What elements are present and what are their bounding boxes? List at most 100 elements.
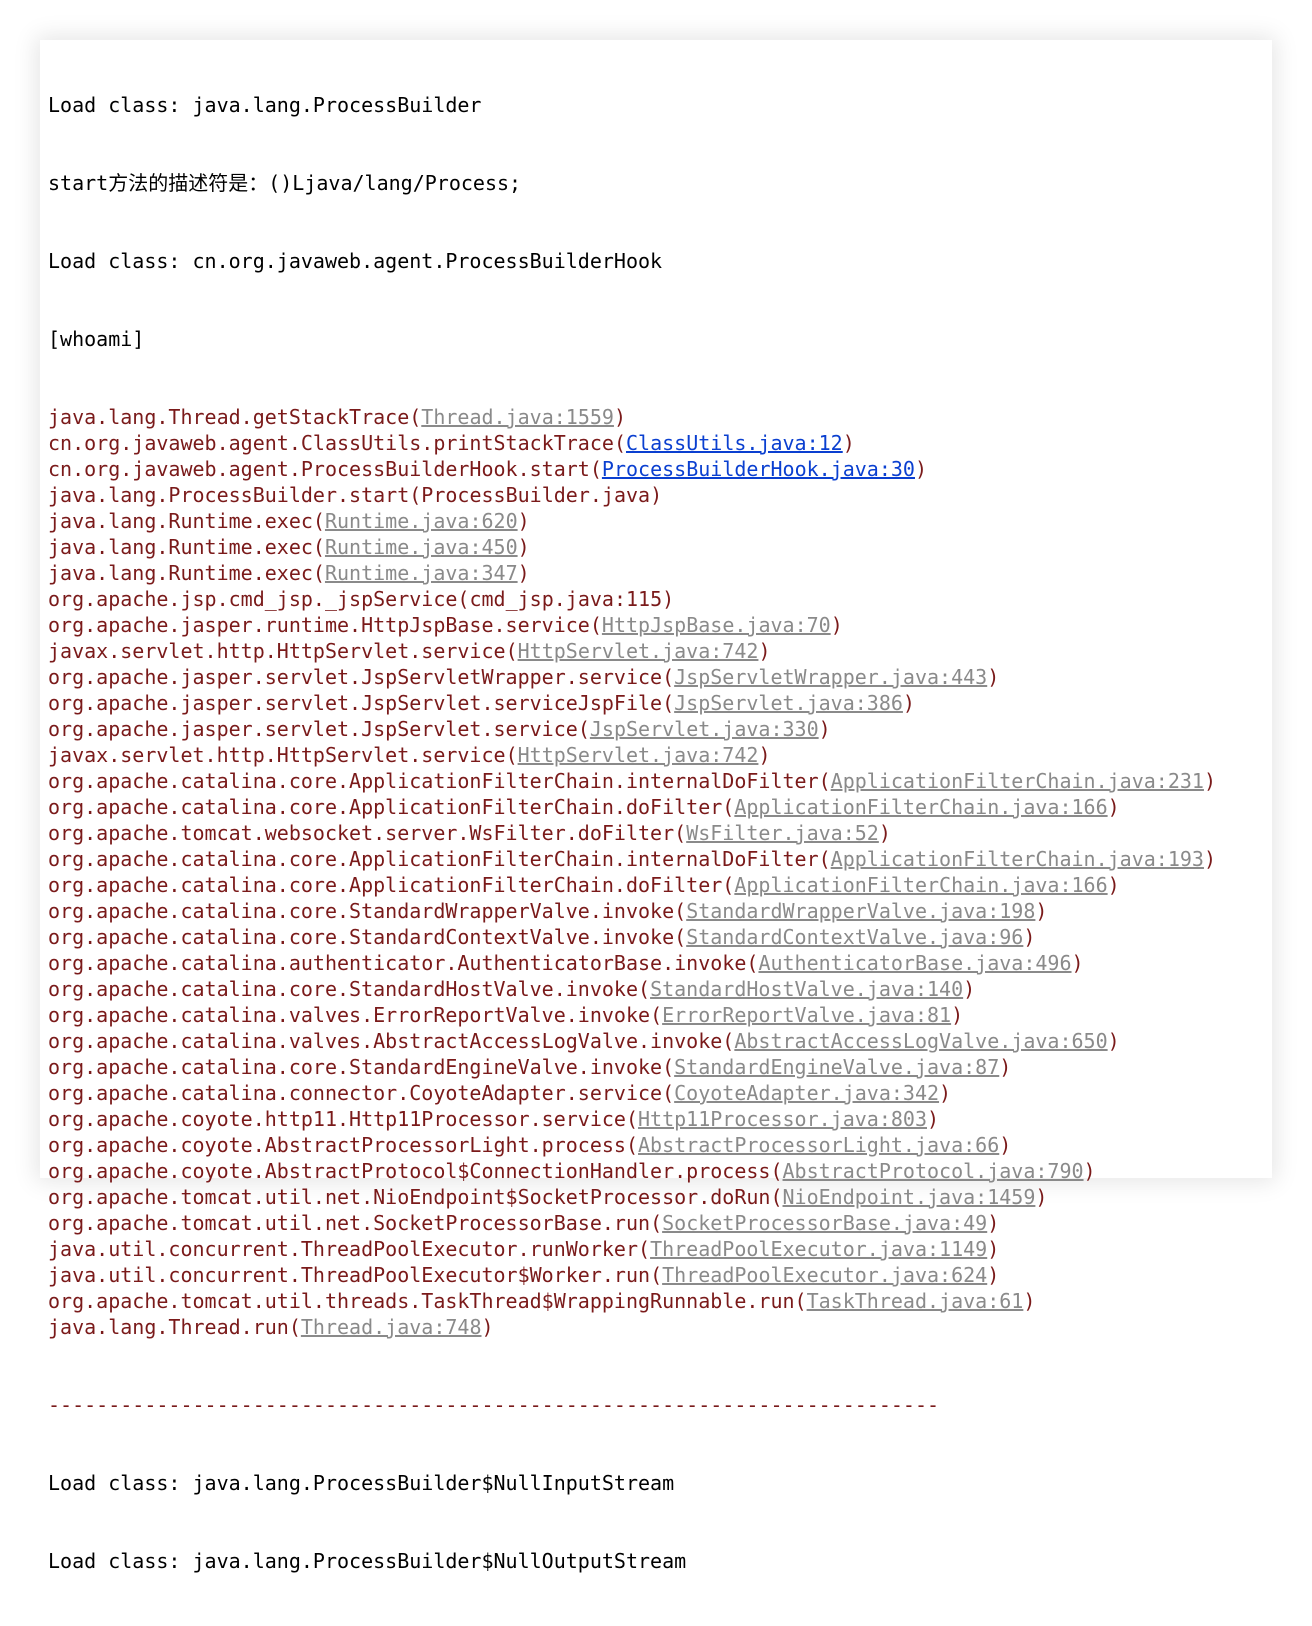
frame-source-link[interactable]: JspServlet.java:386: [674, 691, 903, 715]
frame-source-link[interactable]: ThreadPoolExecutor.java:1149: [650, 1237, 987, 1261]
frame-paren-open: (: [770, 1185, 783, 1209]
frame-paren-open: (: [662, 691, 675, 715]
frame-source-link[interactable]: StandardHostValve.java:140: [650, 977, 963, 1001]
frame-source-link[interactable]: AbstractProtocol.java:790: [783, 1159, 1084, 1183]
frame-method: org.apache.jasper.servlet.JspServlet.ser…: [48, 691, 663, 715]
stack-frame: org.apache.catalina.core.StandardEngineV…: [48, 1054, 1268, 1080]
frame-source-link[interactable]: Runtime.java:347: [325, 561, 518, 585]
stack-frame: org.apache.jasper.servlet.JspServletWrap…: [48, 664, 1268, 690]
frame-source-link[interactable]: NioEndpoint.java:1459: [783, 1185, 1036, 1209]
stack-frame: java.lang.Runtime.exec(Runtime.java:450): [48, 534, 1268, 560]
frame-paren-open: (: [662, 1081, 675, 1105]
frame-paren-close: ): [1035, 899, 1048, 923]
stack-frame: java.lang.Thread.run(Thread.java:748): [48, 1314, 1268, 1340]
stack-frame: org.apache.catalina.core.ApplicationFilt…: [48, 872, 1268, 898]
frame-method: cn.org.javaweb.agent.ProcessBuilderHook.…: [48, 457, 590, 481]
frame-method: org.apache.tomcat.util.net.SocketProcess…: [48, 1211, 651, 1235]
stack-frame: org.apache.tomcat.util.threads.TaskThrea…: [48, 1288, 1268, 1314]
frame-paren-close: ): [517, 509, 530, 533]
stack-frame: org.apache.tomcat.util.net.NioEndpoint$S…: [48, 1184, 1268, 1210]
stack-frame: org.apache.tomcat.util.net.SocketProcess…: [48, 1210, 1268, 1236]
frame-source-link[interactable]: AbstractProcessorLight.java:66: [638, 1133, 999, 1157]
frame-source-link[interactable]: JspServletWrapper.java:443: [674, 665, 987, 689]
frame-source-link[interactable]: Runtime.java:620: [325, 509, 518, 533]
header-line-start-descriptor: start方法的描述符是：()Ljava/lang/Process;: [48, 171, 522, 195]
frame-method: java.util.concurrent.ThreadPoolExecutor.…: [48, 1237, 639, 1261]
frame-source-link[interactable]: StandardContextValve.java:96: [686, 925, 1023, 949]
frame-source-link[interactable]: StandardWrapperValve.java:198: [686, 899, 1035, 923]
frame-paren-close: ): [999, 1133, 1012, 1157]
stack-frame: org.apache.catalina.core.StandardHostVal…: [48, 976, 1268, 1002]
stack-frame: java.lang.Runtime.exec(Runtime.java:620): [48, 508, 1268, 534]
frame-paren-open: (: [638, 1237, 651, 1261]
frame-paren-open: (: [409, 405, 422, 429]
frame-source-link[interactable]: ClassUtils.java:12: [626, 431, 843, 455]
frame-source-link[interactable]: Thread.java:1559: [421, 405, 614, 429]
stack-frame: javax.servlet.http.HttpServlet.service(H…: [48, 742, 1268, 768]
frame-paren-close: ): [1203, 769, 1216, 793]
frame-method: org.apache.catalina.core.ApplicationFilt…: [48, 873, 723, 897]
frame-method: java.lang.ProcessBuilder.start: [48, 483, 410, 507]
frame-paren-close: ): [1023, 925, 1036, 949]
frame-source-link[interactable]: HttpServlet.java:742: [518, 639, 759, 663]
frame-source-link[interactable]: HttpJspBase.java:70: [602, 613, 831, 637]
frame-source-link[interactable]: ProcessBuilderHook.java:30: [602, 457, 915, 481]
frame-paren-open: (: [722, 873, 735, 897]
frame-paren-close: ): [914, 457, 928, 481]
frame-paren-open: (: [722, 1029, 735, 1053]
frame-source-link[interactable]: HttpServlet.java:742: [518, 743, 759, 767]
frame-paren-open: (: [312, 509, 325, 533]
console-window: Load class: java.lang.ProcessBuilder sta…: [40, 40, 1272, 1573]
frame-source-link[interactable]: JspServlet.java:330: [590, 717, 819, 741]
frame-source-link[interactable]: ThreadPoolExecutor.java:624: [662, 1263, 987, 1287]
frame-method: org.apache.catalina.core.StandardWrapper…: [48, 899, 675, 923]
frame-source-link[interactable]: CoyoteAdapter.java:342: [674, 1081, 939, 1105]
frame-method: org.apache.catalina.core.ApplicationFilt…: [48, 769, 819, 793]
frame-source-link[interactable]: ApplicationFilterChain.java:193: [831, 847, 1204, 871]
frame-paren-close: ): [987, 665, 1000, 689]
frame-source-link[interactable]: Thread.java:748: [301, 1315, 482, 1339]
frame-method: org.apache.coyote.AbstractProtocol$Conne…: [48, 1159, 771, 1183]
frame-source-link[interactable]: TaskThread.java:61: [807, 1289, 1024, 1313]
stack-frame: org.apache.catalina.connector.CoyoteAdap…: [48, 1080, 1268, 1106]
frame-paren-open: (: [650, 1263, 663, 1287]
frame-paren-open: (: [312, 535, 325, 559]
frame-source-link[interactable]: WsFilter.java:52: [686, 821, 879, 845]
frame-method: org.apache.jasper.servlet.JspServlet.ser…: [48, 717, 578, 741]
frame-source-link[interactable]: ApplicationFilterChain.java:231: [831, 769, 1204, 793]
stack-frame: org.apache.jasper.servlet.JspServlet.ser…: [48, 716, 1268, 742]
frame-source-link[interactable]: Http11Processor.java:803: [638, 1107, 927, 1131]
frame-method: javax.servlet.http.HttpServlet.service: [48, 743, 506, 767]
frame-paren-close: ): [878, 821, 891, 845]
frame-source-link[interactable]: ErrorReportValve.java:81: [662, 1003, 951, 1027]
stack-frame: org.apache.coyote.http11.Http11Processor…: [48, 1106, 1268, 1132]
stack-frame: org.apache.catalina.core.ApplicationFilt…: [48, 846, 1268, 872]
frame-method: org.apache.catalina.valves.ErrorReportVa…: [48, 1003, 651, 1027]
frame-paren-close: ): [830, 613, 843, 637]
frame-method: org.apache.catalina.connector.CoyoteAdap…: [48, 1081, 663, 1105]
frame-source-link[interactable]: AuthenticatorBase.java:496: [758, 951, 1071, 975]
header-line-command: [whoami]: [48, 327, 145, 351]
header-line-load-hook: Load class: cn.org.javaweb.agent.Process…: [48, 249, 663, 273]
frame-source-link[interactable]: SocketProcessorBase.java:49: [662, 1211, 987, 1235]
frame-source-link[interactable]: ApplicationFilterChain.java:166: [734, 795, 1107, 819]
frame-method: org.apache.jsp.cmd_jsp._jspService: [48, 587, 458, 611]
frame-paren-open: (: [722, 795, 735, 819]
frame-method: org.apache.catalina.core.ApplicationFilt…: [48, 847, 819, 871]
frame-method: java.lang.Thread.getStackTrace: [48, 405, 410, 429]
frame-paren-open: (: [505, 743, 518, 767]
frame-method: org.apache.catalina.authenticator.Authen…: [48, 951, 747, 975]
frame-method: java.lang.Runtime.exec: [48, 561, 313, 585]
frame-source-link[interactable]: AbstractAccessLogValve.java:650: [734, 1029, 1107, 1053]
frame-source-link[interactable]: Runtime.java:450: [325, 535, 518, 559]
frame-source-link[interactable]: ApplicationFilterChain.java:166: [734, 873, 1107, 897]
frame-method: org.apache.jasper.servlet.JspServletWrap…: [48, 665, 663, 689]
frame-method: java.util.concurrent.ThreadPoolExecutor$…: [48, 1263, 651, 1287]
frame-source-link[interactable]: StandardEngineValve.java:87: [674, 1055, 999, 1079]
stack-frame: org.apache.jasper.runtime.HttpJspBase.se…: [48, 612, 1268, 638]
frame-paren-close: ): [939, 1081, 952, 1105]
frame-method: java.lang.Runtime.exec: [48, 509, 313, 533]
frame-paren-open: (: [662, 665, 675, 689]
stack-frame: org.apache.coyote.AbstractProtocol$Conne…: [48, 1158, 1268, 1184]
frame-method: org.apache.coyote.http11.Http11Processor…: [48, 1107, 626, 1131]
